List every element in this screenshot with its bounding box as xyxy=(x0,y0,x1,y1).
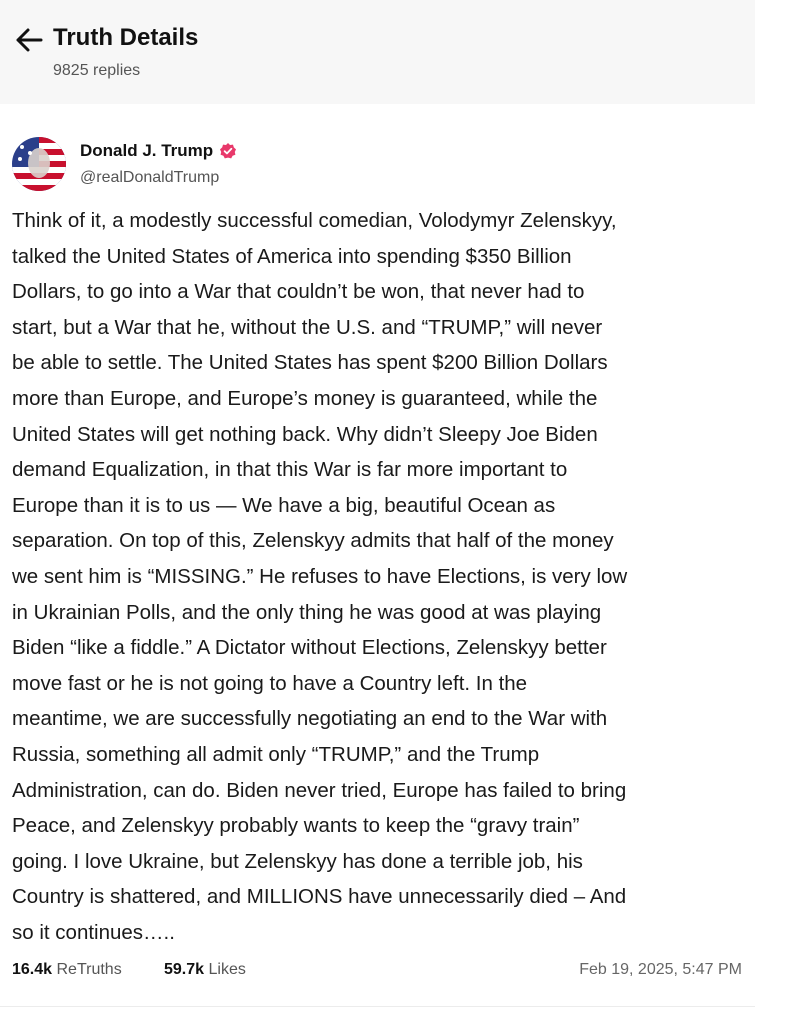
post-body-line: meantime, we are successfully negotiatin… xyxy=(12,707,608,731)
post-footer: 16.4k ReTruths 59.7k Likes Feb 19, 2025,… xyxy=(12,961,742,985)
post-body-line: United States will get nothing back. Why… xyxy=(12,422,598,446)
post-body-line: demand Equalization, in that this War is… xyxy=(12,458,568,482)
post-body-line: going. I love Ukraine, but Zelenskyy has… xyxy=(12,849,583,873)
post-body-line: be able to settle. The United States has… xyxy=(12,351,608,375)
post-body-line: start, but a War that he, without the U.… xyxy=(12,315,603,339)
divider xyxy=(0,1006,755,1007)
verified-badge-icon xyxy=(220,143,237,159)
truth-post: Donald J. Trump @realDonaldTrump Think o… xyxy=(0,104,755,1004)
post-body-line: we sent him is “MISSING.” He refuses to … xyxy=(12,564,628,588)
post-body-line: Russia, something all admit only “TRUMP,… xyxy=(12,742,540,766)
post-body-line: Dollars, to go into a War that couldn’t … xyxy=(12,280,585,304)
post-body-line: Think of it, a modestly successful comed… xyxy=(12,209,617,232)
profile-avatar[interactable] xyxy=(12,137,66,191)
post-body-line: Peace, and Zelenskyy probably wants to k… xyxy=(12,814,580,838)
post-body-line: move fast or he is not going to have a C… xyxy=(12,671,528,695)
likes-label: Likes xyxy=(208,961,246,978)
page-title: Truth Details xyxy=(53,24,199,51)
post-body-line: separation. On top of this, Zelenskyy ad… xyxy=(12,529,614,553)
post-body-line: more than Europe, and Europe’s money is … xyxy=(12,386,598,410)
retruths-label: ReTruths xyxy=(56,961,122,978)
truth-details-page: Truth Details 9825 replies Donald J. Tru… xyxy=(0,0,791,1024)
likes-count: 59.7k xyxy=(164,961,205,978)
post-timestamp[interactable]: Feb 19, 2025, 5:47 PM xyxy=(579,961,742,979)
retruths-stat[interactable]: 16.4k ReTruths xyxy=(12,961,122,979)
post-body-line: so it continues….. xyxy=(12,920,175,944)
post-body-line: Biden “like a fiddle.” A Dictator withou… xyxy=(12,636,607,660)
author-name[interactable]: Donald J. Trump xyxy=(80,141,237,161)
post-body-line: in Ukrainian Polls, and the only thing h… xyxy=(12,600,602,624)
post-body-line: Administration, can do. Biden never trie… xyxy=(12,778,627,802)
post-body-line: Europe than it is to us — We have a big,… xyxy=(12,493,556,517)
post-body: Think of it, a modestly successful comed… xyxy=(12,203,752,950)
likes-stat[interactable]: 59.7k Likes xyxy=(164,961,246,979)
post-body-line: talked the United States of America into… xyxy=(12,244,572,268)
page-header: Truth Details 9825 replies xyxy=(0,0,755,104)
arrow-left-icon[interactable] xyxy=(14,27,44,53)
replies-count[interactable]: 9825 replies xyxy=(53,62,140,80)
author-handle[interactable]: @realDonaldTrump xyxy=(80,169,219,187)
retruths-count: 16.4k xyxy=(12,961,53,978)
author-name-text[interactable]: Donald J. Trump xyxy=(80,141,213,161)
post-body-line: Country is shattered, and MILLIONS have … xyxy=(12,885,627,909)
